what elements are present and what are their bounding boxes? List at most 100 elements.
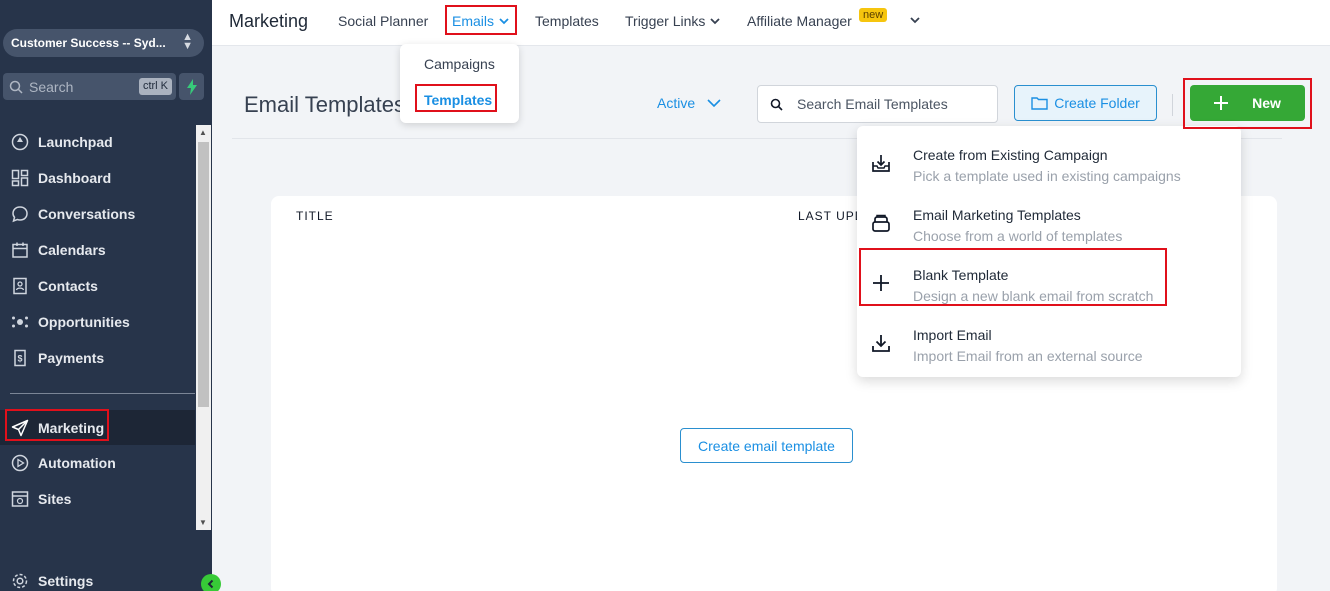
column-header-last-updated: LAST UPD — [798, 209, 865, 223]
sidebar-item-label: Launchpad — [38, 134, 113, 150]
account-name: Customer Success -- Syd... — [11, 36, 166, 50]
search-icon — [770, 98, 783, 111]
tab-label: Affiliate Manager — [747, 13, 852, 29]
search-input[interactable] — [797, 96, 977, 112]
sidebar-item-payments[interactable]: $ Payments — [0, 342, 195, 374]
sidebar-item-label: Opportunities — [38, 314, 130, 330]
sidebar-item-label: Automation — [38, 455, 116, 471]
sidebar-item-contacts[interactable]: Contacts — [0, 270, 195, 302]
sidebar-item-sites[interactable]: Sites — [0, 483, 195, 515]
status-filter-dropdown[interactable]: Active — [657, 95, 721, 111]
column-header-title: TITLE — [296, 209, 334, 223]
sidebar-item-automation[interactable]: Automation — [0, 447, 195, 479]
new-badge: new — [859, 8, 888, 22]
menu-item-title: Create from Existing Campaign — [913, 147, 1108, 163]
section-title: Email Templates — [244, 92, 405, 117]
create-email-template-label: Create email template — [698, 437, 835, 454]
plus-icon — [871, 273, 891, 293]
sidebar-item-label: Marketing — [38, 419, 105, 436]
scroll-up-icon[interactable]: ▲ — [199, 128, 207, 137]
menu-item-title: Import Email — [913, 327, 992, 343]
svg-text:$: $ — [17, 354, 22, 364]
divider — [1172, 94, 1173, 116]
opportunities-icon — [10, 312, 30, 332]
template-search[interactable] — [757, 85, 998, 123]
chevron-down-icon — [707, 99, 721, 107]
scrollbar-thumb[interactable] — [198, 142, 209, 407]
create-folder-label: Create Folder — [1054, 95, 1140, 111]
sidebar-search[interactable]: Search ctrl K — [3, 73, 176, 100]
send-icon — [10, 418, 30, 438]
menu-item-title: Email Marketing Templates — [913, 207, 1081, 223]
gear-icon — [10, 571, 30, 591]
status-filter-value: Active — [657, 95, 696, 111]
tab-social-planner[interactable]: Social Planner — [338, 13, 428, 29]
sidebar-item-label: Calendars — [38, 242, 106, 258]
scroll-down-icon[interactable]: ▼ — [199, 518, 207, 527]
sidebar-search-placeholder: Search — [29, 78, 74, 95]
menu-item-description: Pick a template used in existing campaig… — [913, 168, 1181, 184]
automation-icon — [10, 453, 30, 473]
quick-actions-button[interactable] — [179, 73, 204, 100]
sidebar-item-label: Conversations — [38, 206, 136, 222]
launchpad-icon — [10, 132, 30, 152]
menu-item-create-from-campaign[interactable]: Create from Existing Campaign Pick a tem… — [857, 131, 1241, 191]
folder-icon — [1031, 97, 1048, 110]
shortcut-hint: ctrl K — [138, 78, 172, 95]
account-switcher[interactable]: Customer Success -- Syd... ▲ ▼ — [3, 29, 204, 57]
sidebar-divider — [10, 393, 195, 394]
sidebar-item-marketing[interactable]: Marketing — [0, 410, 195, 445]
menu-item-blank-template[interactable]: Blank Template Design a new blank email … — [857, 251, 1241, 311]
more-tabs-button[interactable] — [910, 17, 920, 24]
sidebar-item-settings[interactable]: Settings — [0, 565, 195, 591]
menu-item-import-email[interactable]: Import Email Import Email from an extern… — [857, 311, 1241, 371]
chevron-down-icon — [710, 17, 721, 24]
menu-item-email-marketing-templates[interactable]: Email Marketing Templates Choose from a … — [857, 191, 1241, 251]
sidebar-item-label: Payments — [38, 350, 105, 366]
tab-label: Emails — [452, 13, 495, 29]
sidebar-item-label: Settings — [38, 573, 94, 589]
menu-item-templates[interactable]: Templates — [424, 92, 492, 108]
page-title: Marketing — [229, 11, 309, 31]
sidebar: Customer Success -- Syd... ▲ ▼ Search ctr… — [0, 0, 212, 591]
plus-icon — [1214, 96, 1229, 110]
menu-item-campaigns[interactable]: Campaigns — [424, 56, 495, 72]
chevron-down-icon — [499, 17, 509, 24]
chevron-left-icon — [207, 579, 214, 589]
tab-label: Social Planner — [338, 13, 429, 29]
search-icon — [9, 80, 23, 94]
sidebar-item-launchpad[interactable]: Launchpad — [0, 126, 195, 158]
sites-icon — [10, 489, 30, 509]
tab-trigger-links[interactable]: Trigger Links — [625, 13, 721, 29]
tab-label: Trigger Links — [625, 13, 706, 29]
sidebar-item-calendars[interactable]: Calendars — [0, 234, 195, 266]
sidebar-item-opportunities[interactable]: Opportunities — [0, 306, 195, 338]
sidebar-item-label: Sites — [38, 491, 72, 507]
chevron-updown-icon: ▲ ▼ — [182, 31, 193, 52]
lightning-icon — [186, 78, 197, 95]
create-folder-button[interactable]: Create Folder — [1014, 85, 1157, 121]
inbox-download-icon — [871, 153, 891, 173]
sidebar-scrollbar[interactable]: ▲ ▼ — [196, 125, 211, 530]
template-stack-icon — [871, 213, 891, 233]
menu-item-description: Choose from a world of templates — [913, 228, 1123, 244]
tab-affiliate-manager[interactable]: Affiliate Manager — [747, 13, 852, 29]
menu-item-description: Import Email from an external source — [913, 348, 1143, 364]
new-button-label: New — [1252, 95, 1281, 111]
sidebar-item-dashboard[interactable]: Dashboard — [0, 162, 195, 194]
tab-emails[interactable]: Emails — [452, 13, 509, 29]
tab-label: Templates — [535, 13, 599, 29]
sidebar-item-label: Dashboard — [38, 170, 112, 186]
new-template-menu: Create from Existing Campaign Pick a tem… — [857, 126, 1241, 377]
sidebar-item-label: Contacts — [38, 278, 98, 294]
download-icon — [871, 333, 891, 353]
dashboard-icon — [10, 168, 30, 188]
create-email-template-button[interactable]: Create email template — [680, 428, 853, 463]
contacts-icon — [10, 276, 30, 296]
collapse-sidebar-button[interactable] — [201, 574, 221, 591]
tab-templates[interactable]: Templates — [535, 13, 599, 29]
payments-icon: $ — [10, 348, 30, 368]
new-button[interactable]: New — [1190, 85, 1305, 121]
menu-item-description: Design a new blank email from scratch — [913, 288, 1154, 304]
sidebar-item-conversations[interactable]: Conversations — [0, 198, 195, 230]
